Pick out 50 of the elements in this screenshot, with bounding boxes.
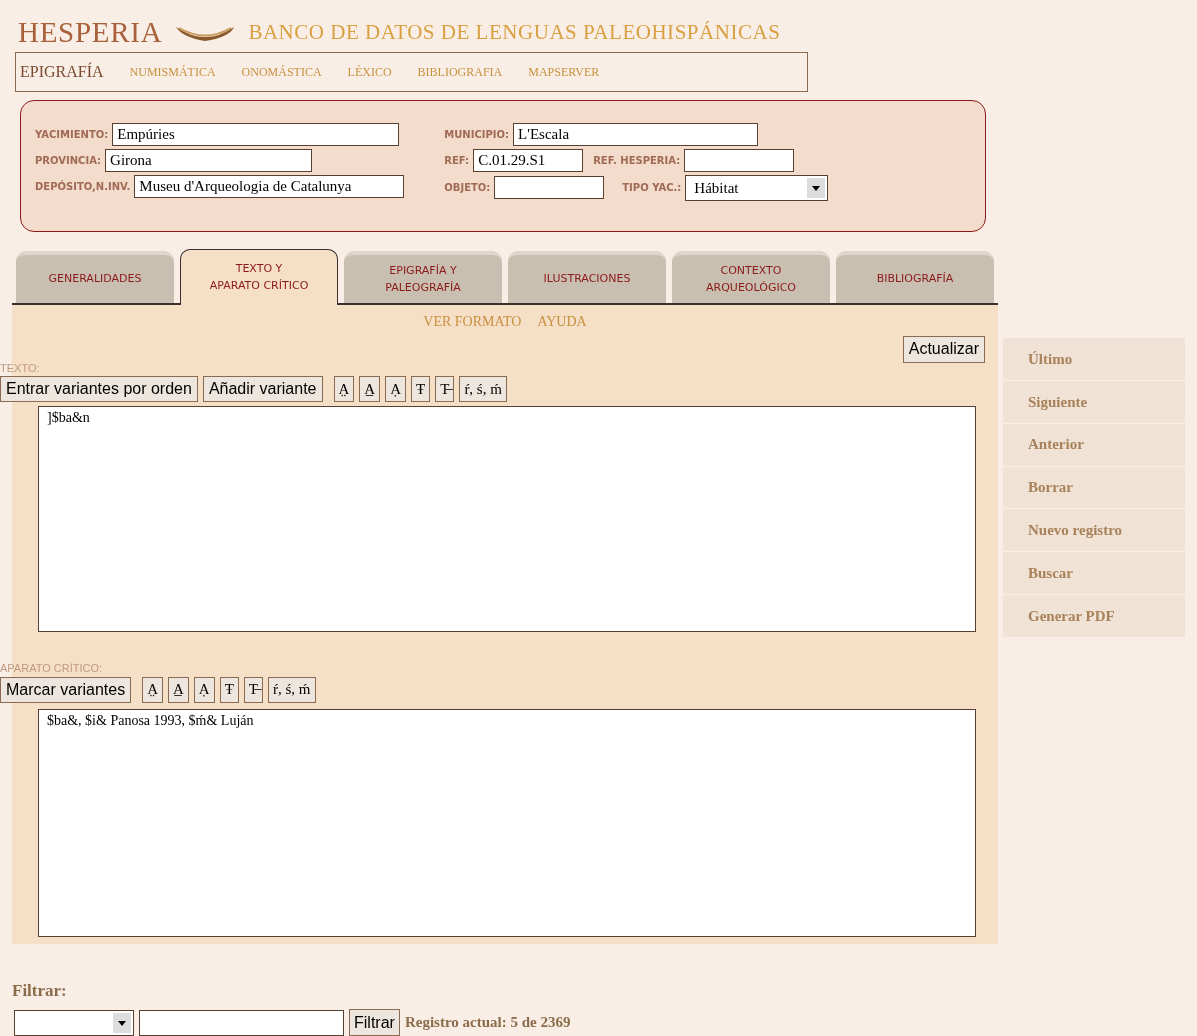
filter-title: Filtrar: [12,979,68,1002]
field-label: REF. HESPERIA: [593,153,681,168]
filter-input[interactable] [139,1009,344,1036]
markup-button[interactable]: A̲ [168,676,189,703]
text-field[interactable]: L'Escala [513,122,759,146]
text-field[interactable] [684,148,795,172]
tab[interactable]: GENERALIDADES [16,250,174,303]
markup-button[interactable]: A̤ [333,376,355,403]
field-label: TIPO YAC.: [622,181,682,196]
field-label: PROVINCIA: [35,153,102,168]
tab[interactable]: TEXTO Y APARATO CRÍTICO [180,248,338,305]
field-label: MUNICIPIO: [444,127,510,142]
markup-button[interactable]: A̤ [142,676,163,703]
select-field[interactable] [14,1009,134,1036]
nav-link[interactable]: EPIGRAFÍA [20,59,104,84]
markup-button[interactable]: ŕ, ś, ḿ [459,376,507,403]
record-status: Registro actual: 5 de 2369 [404,1013,571,1033]
field-label: DEPÓSITO,N.INV. [35,179,131,194]
markup-button[interactable]: Ŧ [219,676,239,703]
text-field[interactable]: Girona [105,148,313,172]
site-subtitle: BANCO DE DATOS DE LENGUAS PALEOHISPÁNICAS [248,19,781,47]
tab[interactable]: ILUSTRACIONES [508,250,666,303]
markup-button[interactable]: A̲ [359,376,381,403]
field-label: OBJETO: [444,181,491,196]
section-label: TEXTO: [0,360,41,376]
markup-button[interactable]: Ŧ [411,376,431,403]
tab[interactable]: CONTEXTO ARQUEOLÓGICO [672,250,830,303]
markup-button[interactable]: Ạ [193,676,215,703]
site-title: HESPERIA [18,15,163,51]
markup-button[interactable]: T̶ [435,376,455,403]
tab[interactable]: BIBLIOGRAFÍA [836,250,994,303]
section-label: APARATO CRÍTICO: [0,661,104,677]
markup-button[interactable]: Ạ [385,376,407,403]
text-field[interactable]: C.01.29.S1 [473,148,584,172]
tab[interactable]: EPIGRAFÍA Y PALEOGRAFÍA [344,250,502,303]
markup-button[interactable]: T̶ [243,676,264,703]
markup-button[interactable]: ŕ, ś, ḿ [268,676,316,703]
toolbar-button[interactable]: Entrar variantes por orden [0,376,198,403]
field-label: REF: [444,153,470,168]
update-button[interactable]: Actualizar [902,335,985,363]
text-area[interactable]: ]$ba&n [38,406,976,633]
text-field[interactable]: Museu d'Arqueologia de Catalunya [134,174,405,198]
field-label: YACIMIENTO: [35,127,109,142]
text-area[interactable]: $ba&, $i& Panosa 1993, $ḿ& Luján [38,708,976,937]
filter-button[interactable]: Filtrar [349,1009,400,1036]
select-field[interactable]: Hábitat [685,174,829,201]
text-field[interactable]: Empúries [112,122,400,146]
toolbar-button[interactable]: Marcar variantes [0,676,132,703]
toolbar-button[interactable]: Añadir variante [202,376,323,403]
text-field[interactable] [494,176,605,200]
